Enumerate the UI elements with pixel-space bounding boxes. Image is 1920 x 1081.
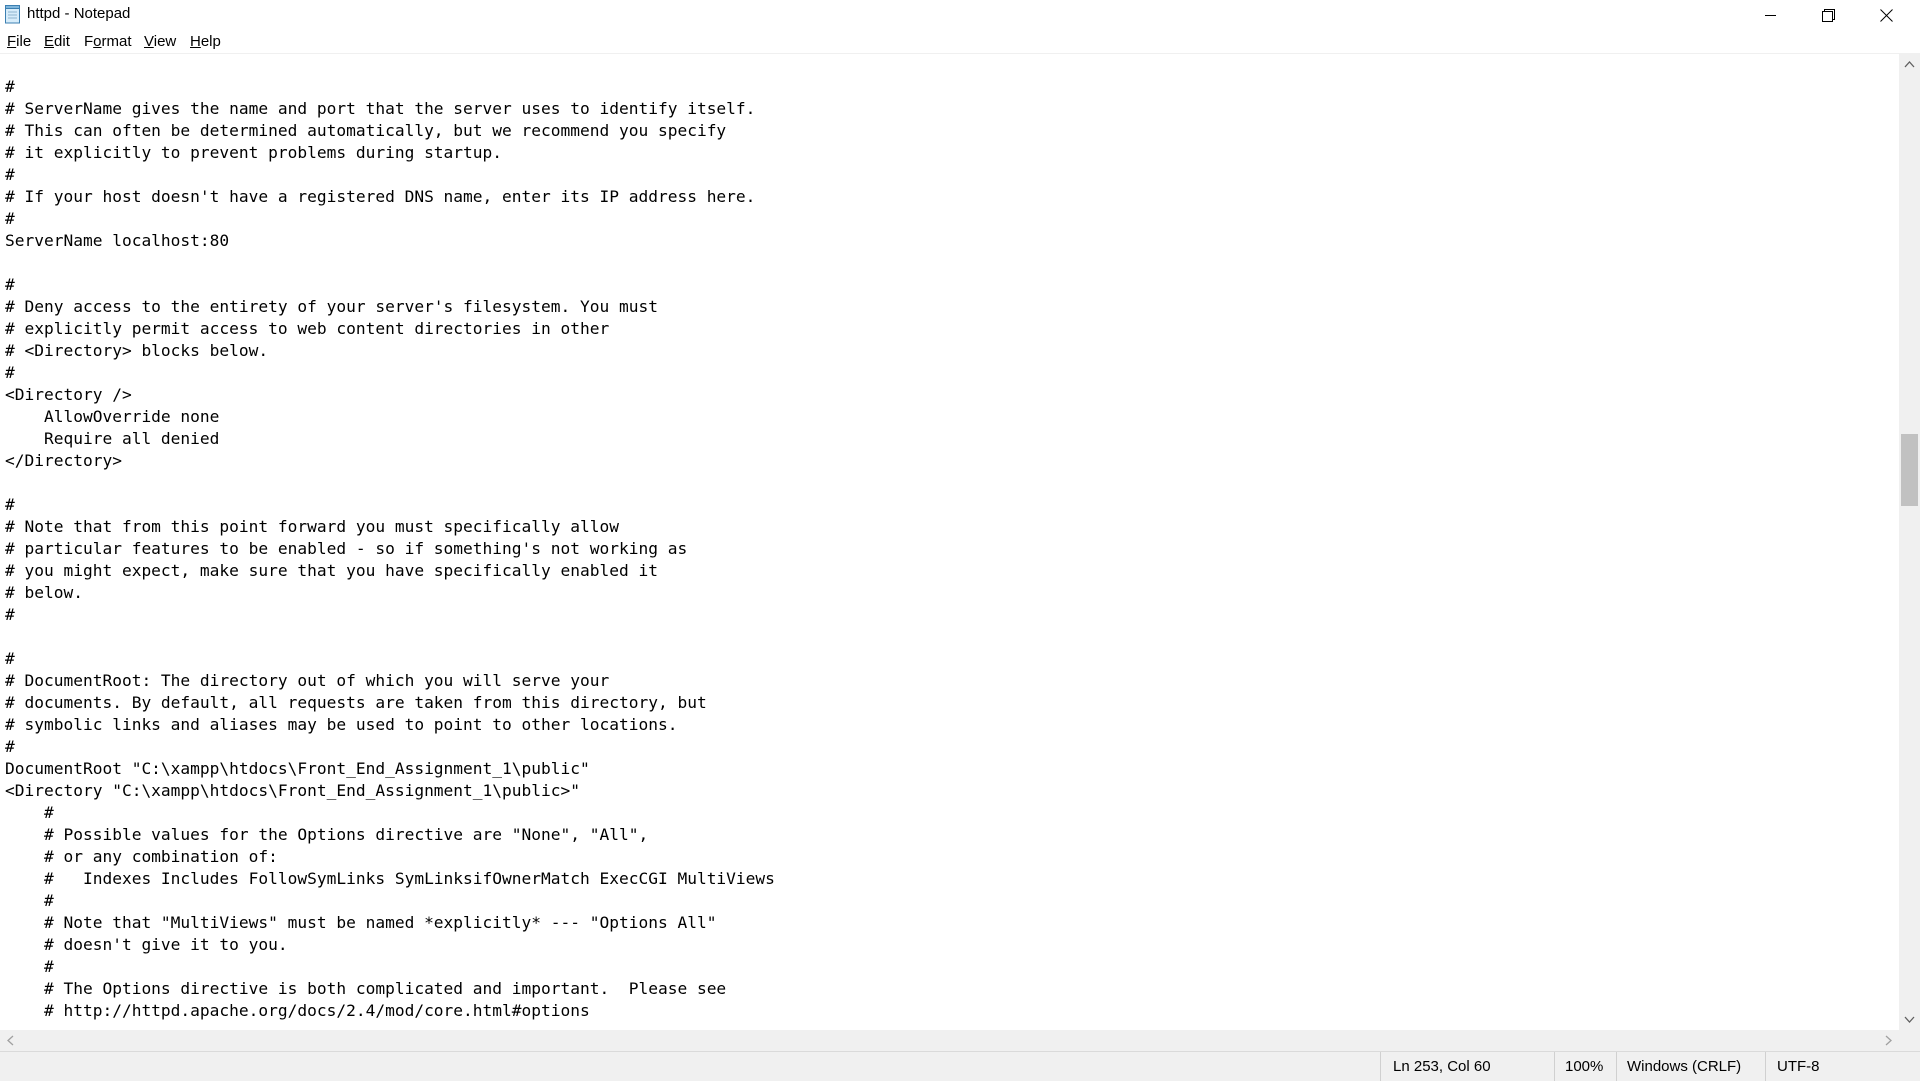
editor-line: # Possible values for the Options direct… <box>5 825 649 844</box>
restore-button[interactable] <box>1800 0 1857 30</box>
status-divider <box>1616 1052 1617 1081</box>
horizontal-scrollbar[interactable] <box>0 1030 1899 1051</box>
editor-line: # Deny access to the entirety of your se… <box>5 297 658 316</box>
scroll-down-arrow-icon[interactable] <box>1903 1013 1916 1026</box>
text-editor[interactable]: # # ServerName gives the name and port t… <box>0 54 1899 1030</box>
menu-edit[interactable]: Edit <box>44 33 70 50</box>
editor-line: # it explicitly to prevent problems duri… <box>5 143 503 162</box>
editor-line: # <Directory> blocks below. <box>5 341 269 360</box>
editor-line: # <box>5 165 15 184</box>
editor-line: # ServerName gives the name and port tha… <box>5 99 756 118</box>
status-encoding: UTF-8 <box>1777 1058 1820 1075</box>
editor-line: # <box>5 649 15 668</box>
notepad-icon <box>5 5 21 24</box>
editor-line: # <box>5 495 15 514</box>
menu-format-mnemonic: o <box>93 33 102 50</box>
editor-line: # you might expect, make sure that you h… <box>5 561 658 580</box>
editor-line: # below. <box>5 583 83 602</box>
editor-content[interactable]: # # ServerName gives the name and port t… <box>5 76 775 1022</box>
editor-line: # http://httpd.apache.org/docs/2.4/mod/c… <box>5 1001 590 1020</box>
status-divider <box>1380 1052 1381 1081</box>
menu-format-prefix: F <box>84 33 94 50</box>
scrollbar-corner <box>1899 1030 1920 1051</box>
editor-line: # particular features to be enabled - so… <box>5 539 688 558</box>
scroll-up-arrow-icon[interactable] <box>1903 58 1916 71</box>
menu-edit-label: dit <box>54 33 70 50</box>
menu-format-label: rmat <box>101 33 132 50</box>
editor-line: # or any combination of: <box>5 847 278 866</box>
window-title: httpd - Notepad <box>27 5 131 22</box>
menu-file[interactable]: File <box>7 33 31 50</box>
editor-line: # <box>5 363 15 382</box>
menu-file-mnemonic: F <box>7 33 17 50</box>
menu-file-label: ile <box>16 33 32 50</box>
editor-line: # <box>5 957 54 976</box>
editor-line: # Indexes Includes FollowSymLinks SymLin… <box>5 869 775 888</box>
status-bar: Ln 253, Col 60 100% Windows (CRLF) UTF-8 <box>0 1051 1920 1081</box>
editor-line: # If your host doesn't have a registered… <box>5 187 756 206</box>
status-cursor-position: Ln 253, Col 60 <box>1393 1058 1491 1075</box>
editor-line: # <box>5 77 15 96</box>
menu-view-label: iew <box>153 33 177 50</box>
editor-line: # <box>5 803 54 822</box>
vertical-scroll-thumb[interactable] <box>1901 434 1918 506</box>
editor-line: # symbolic links and aliases may be used… <box>5 715 678 734</box>
editor-line: <Directory "C:\xampp\htdocs\Front_End_As… <box>5 781 580 800</box>
menu-format[interactable]: Format <box>84 33 132 50</box>
vertical-scrollbar[interactable] <box>1899 54 1920 1030</box>
editor-line: # <box>5 605 15 624</box>
editor-line: # <box>5 275 15 294</box>
menu-help[interactable]: Help <box>190 33 221 50</box>
editor-line: # doesn't give it to you. <box>5 935 288 954</box>
menu-help-label: elp <box>200 33 221 50</box>
close-button[interactable] <box>1858 0 1915 30</box>
editor-line: # The Options directive is both complica… <box>5 979 727 998</box>
editor-line: # Note that "MultiViews" must be named *… <box>5 913 717 932</box>
editor-line: </Directory> <box>5 451 122 470</box>
editor-line: # <box>5 891 54 910</box>
editor-line: # explicitly permit access to web conten… <box>5 319 610 338</box>
status-divider <box>1765 1052 1766 1081</box>
menu-view[interactable]: View <box>144 33 176 50</box>
editor-line: # documents. By default, all requests ar… <box>5 693 707 712</box>
title-bar[interactable]: httpd - Notepad <box>0 0 1920 30</box>
minimize-icon <box>1764 15 1776 16</box>
close-icon <box>1880 8 1893 22</box>
editor-line: AllowOverride none <box>5 407 220 426</box>
editor-line: DocumentRoot "C:\xampp\htdocs\Front_End_… <box>5 759 590 778</box>
menu-bar: File Edit Format View Help <box>0 30 1920 54</box>
menu-view-mnemonic: V <box>144 33 154 50</box>
status-line-ending: Windows (CRLF) <box>1627 1058 1742 1075</box>
menu-edit-mnemonic: E <box>44 33 55 50</box>
editor-line: Require all denied <box>5 429 220 448</box>
status-zoom: 100% <box>1565 1058 1604 1075</box>
editor-line: # DocumentRoot: The directory out of whi… <box>5 671 610 690</box>
minimize-button[interactable] <box>1742 0 1799 30</box>
editor-line: <Directory /> <box>5 385 132 404</box>
menu-help-mnemonic: H <box>190 33 201 50</box>
editor-line: ServerName localhost:80 <box>5 231 230 250</box>
editor-line: # <box>5 209 15 228</box>
editor-line: # <box>5 737 15 756</box>
restore-icon <box>1822 8 1835 22</box>
status-divider <box>1554 1052 1555 1081</box>
editor-line: # This can often be determined automatic… <box>5 121 727 140</box>
editor-line: # Note that from this point forward you … <box>5 517 619 536</box>
scroll-left-arrow-icon[interactable] <box>4 1034 17 1047</box>
scroll-right-arrow-icon[interactable] <box>1882 1034 1895 1047</box>
